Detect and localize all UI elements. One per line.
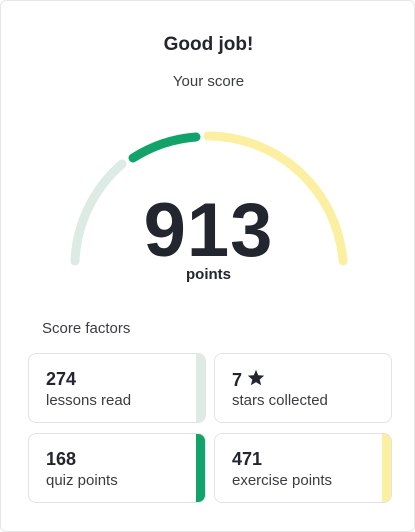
factor-color-bar bbox=[196, 434, 205, 502]
score-unit: points bbox=[186, 266, 231, 283]
factor-card-exercise: 471 exercise points bbox=[214, 433, 392, 503]
star-icon bbox=[247, 369, 265, 391]
factor-label: stars collected bbox=[232, 392, 328, 409]
score-subtitle: Your score bbox=[172, 73, 245, 90]
factor-value: 274 bbox=[46, 369, 77, 389]
score-value: 913 bbox=[143, 188, 274, 273]
factor-card-stars: 7 stars collected bbox=[214, 353, 392, 423]
gauge-segment-quiz bbox=[128, 132, 201, 163]
factor-value: 471 bbox=[232, 449, 263, 469]
factor-color-bar bbox=[382, 434, 391, 502]
factor-value: 7 bbox=[232, 369, 243, 390]
factor-label: exercise points bbox=[232, 472, 333, 489]
factor-label: lessons read bbox=[46, 392, 132, 409]
factor-card-quiz: 168 quiz points bbox=[28, 433, 206, 503]
factor-label: quiz points bbox=[46, 472, 118, 489]
score-card: Good job! Your score 913 points Score fa… bbox=[0, 0, 415, 532]
factor-color-bar bbox=[196, 354, 205, 422]
page-title: Good job! bbox=[163, 34, 254, 55]
factor-card-lessons: 274 lessons read bbox=[28, 353, 206, 423]
factor-value: 168 bbox=[46, 449, 77, 469]
score-factors-heading: Score factors bbox=[42, 320, 131, 337]
